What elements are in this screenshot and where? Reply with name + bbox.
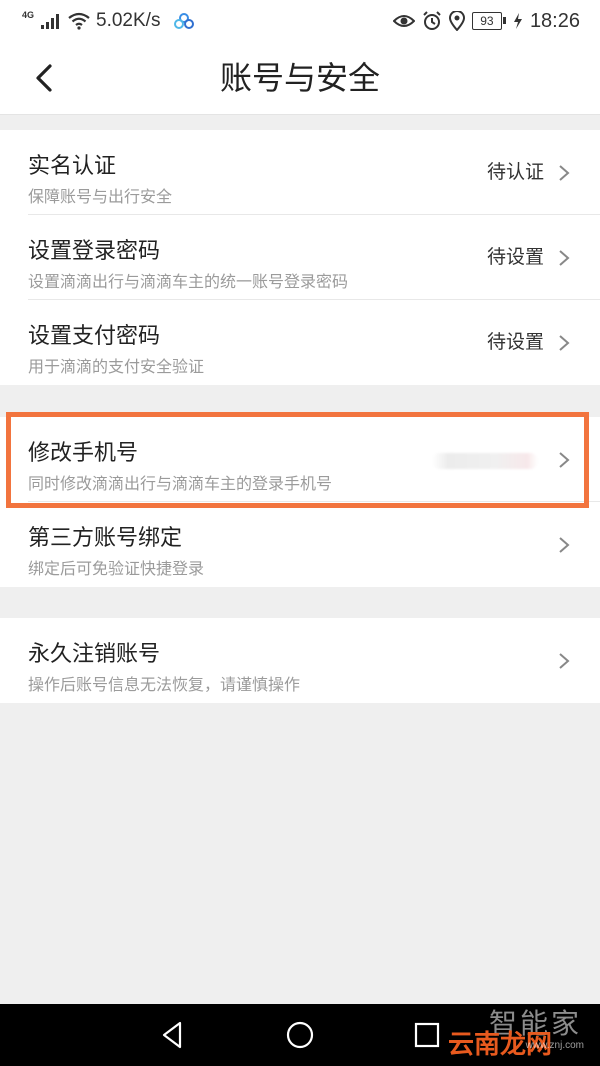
location-icon [448, 11, 465, 31]
change-phone-number-row[interactable]: 修改手机号 同时修改滴滴出行与滴滴车主的登录手机号 [0, 417, 600, 502]
row-title: 设置登录密码 [28, 239, 161, 264]
set-login-password-row[interactable]: 设置登录密码 设置滴滴出行与滴滴车主的统一账号登录密码 待设置 [0, 215, 600, 300]
network-speed: 5.02K/s [96, 10, 161, 31]
network-type-label: 4G [22, 10, 35, 20]
row-title: 实名认证 [28, 154, 117, 179]
settings-group-account: 修改手机号 同时修改滴滴出行与滴滴车主的登录手机号 第三方账号绑定 绑定后可免验… [0, 417, 600, 587]
cell-signal-icon [41, 14, 60, 29]
chevron-right-icon [559, 537, 570, 553]
row-subtitle: 用于滴滴的支付安全验证 [28, 357, 205, 376]
chevron-right-icon [559, 335, 570, 351]
alarm-icon [423, 11, 441, 30]
delete-account-row[interactable]: 永久注销账号 操作后账号信息无法恢复，请谨慎操作 [0, 618, 600, 703]
wifi-icon [68, 12, 90, 30]
chevron-right-icon [559, 250, 570, 266]
row-status: 待设置 [486, 331, 544, 353]
third-party-binding-row[interactable]: 第三方账号绑定 绑定后可免验证快捷登录 [0, 502, 600, 587]
battery-indicator: 93 [471, 12, 506, 30]
system-navigation-bar [0, 1004, 600, 1066]
row-status: 待认证 [486, 161, 544, 183]
row-title: 第三方账号绑定 [28, 526, 183, 551]
nav-back-icon[interactable] [158, 1020, 188, 1050]
row-title: 修改手机号 [28, 441, 139, 466]
page-title: 账号与安全 [219, 59, 380, 97]
row-status: 待设置 [486, 246, 544, 268]
real-name-verification-row[interactable]: 实名认证 保障账号与出行安全 待认证 [0, 130, 600, 215]
row-subtitle: 设置滴滴出行与滴滴车主的统一账号登录密码 [28, 272, 349, 291]
app-notification-icon [174, 13, 195, 29]
eye-icon [392, 15, 415, 27]
nav-home-icon[interactable] [285, 1020, 315, 1050]
charging-icon [513, 13, 522, 29]
status-bar: 4G 5.02K/s 93 18:26 [0, 0, 600, 42]
row-subtitle: 同时修改滴滴出行与滴滴车主的登录手机号 [28, 474, 333, 493]
row-title: 永久注销账号 [28, 642, 161, 667]
row-subtitle: 保障账号与出行安全 [28, 187, 173, 206]
chevron-right-icon [559, 653, 570, 669]
row-subtitle: 操作后账号信息无法恢复，请谨慎操作 [28, 675, 301, 694]
set-payment-password-row[interactable]: 设置支付密码 用于滴滴的支付安全验证 待设置 [0, 300, 600, 385]
nav-recents-icon[interactable] [412, 1020, 442, 1050]
chevron-right-icon [559, 452, 570, 468]
header-bar: 账号与安全 [0, 42, 600, 115]
chevron-right-icon [559, 165, 570, 181]
row-subtitle: 绑定后可免验证快捷登录 [28, 559, 205, 578]
clock-time: 18:26 [529, 9, 580, 32]
settings-group-security: 实名认证 保障账号与出行安全 待认证 设置登录密码 设置滴滴出行与滴滴车主的统一… [0, 130, 600, 385]
row-title: 设置支付密码 [28, 324, 161, 349]
settings-group-danger: 永久注销账号 操作后账号信息无法恢复，请谨慎操作 [0, 618, 600, 703]
blurred-phone-number [432, 453, 538, 469]
